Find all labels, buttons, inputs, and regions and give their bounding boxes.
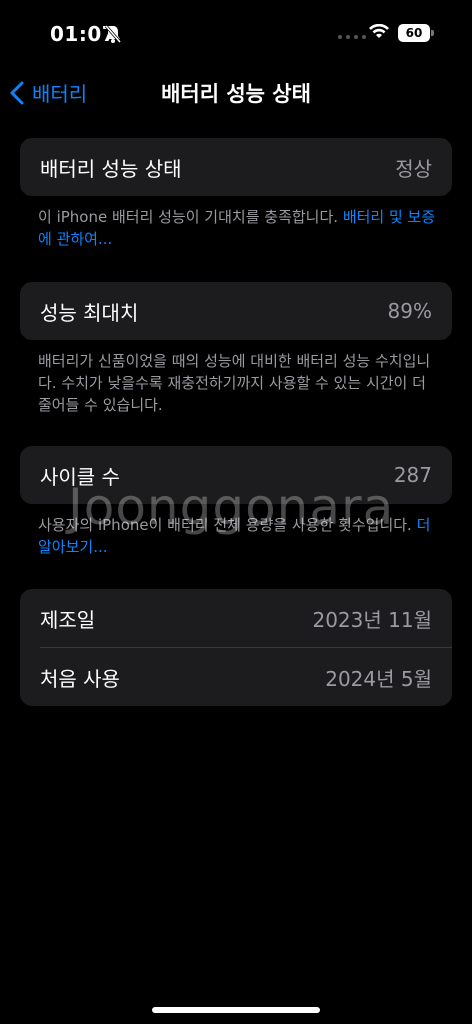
capacity-footnote: 배터리가 신품이었을 때의 성능에 대비한 배터리 성능 수치입니다. 수치가 … [38,352,431,414]
dates-card: 제조일 2023년 11월 처음 사용 2024년 5월 [20,589,452,706]
home-indicator[interactable] [152,1007,320,1013]
capacity-value: 89% [387,299,432,323]
health-card: 배터리 성능 상태 정상 [20,138,452,196]
manufacture-value: 2023년 11월 [312,607,432,632]
capacity-card: 성능 최대치 89% [20,282,452,340]
first-use-value: 2024년 5월 [325,666,432,691]
manufacture-row: 제조일 2023년 11월 [20,589,452,647]
watermark: Joonggonara [68,478,395,536]
capacity-row: 성능 최대치 89% [20,282,452,340]
health-label: 배터리 성능 상태 [40,156,182,181]
navigation-bar: 배터리 배터리 성능 상태 [0,70,472,114]
battery-tip [431,30,434,36]
health-row: 배터리 성능 상태 정상 [20,138,452,196]
first-use-label: 처음 사용 [40,666,120,691]
manufacture-label: 제조일 [40,607,96,632]
page-title: 배터리 성능 상태 [161,82,311,106]
health-footnote: 이 iPhone 배터리 성능이 기대치를 충족합니다. 배터리 및 보증에 관… [38,206,438,250]
health-note-text: 이 iPhone 배터리 성능이 기대치를 충족합니다. [38,208,343,226]
wifi-icon [368,23,390,44]
cycle-value: 287 [393,463,432,487]
battery-icon: 60 [398,24,430,42]
status-bar: 01:07 60 [0,0,472,70]
cellular-signal-icon [338,35,366,39]
capacity-label: 성능 최대치 [40,300,139,325]
bell-muted-icon [104,24,122,48]
first-use-row: 처음 사용 2024년 5월 [20,648,452,706]
health-value: 정상 [395,156,432,181]
